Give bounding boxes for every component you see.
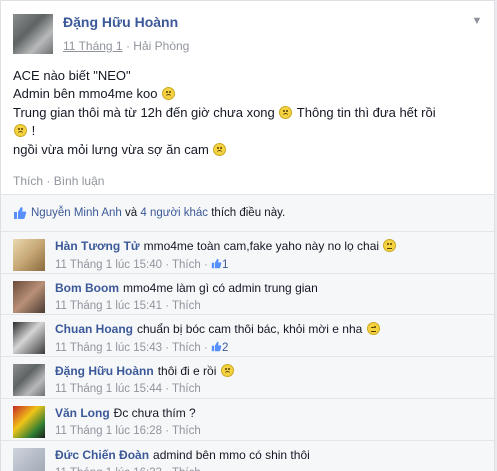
commenter-name[interactable]: Chuan Hoang <box>55 322 133 336</box>
sad-emoji-icon <box>213 142 227 156</box>
action-separator: · <box>46 174 51 188</box>
post-text: ACE nào biết "NEO" Admin bên mmo4me koo … <box>13 67 488 159</box>
comment-time[interactable]: 11 Tháng 1 lúc 15:41 <box>55 300 162 312</box>
commenter-avatar[interactable] <box>13 281 45 313</box>
sad-emoji-icon <box>14 124 27 138</box>
comment-like-count[interactable]: 2 <box>211 341 228 354</box>
author-avatar[interactable] <box>13 14 53 54</box>
like-thumb-icon <box>211 341 222 352</box>
comment-like-button[interactable]: Thích <box>172 342 201 354</box>
comment-time[interactable]: 11 Tháng 1 lúc 15:44 <box>55 383 162 395</box>
post-header: Đặng Hữu Hoànn 11 Tháng 1 · Hải Phòng ▼ <box>11 11 486 59</box>
comment-like-button[interactable]: Thích <box>172 300 201 312</box>
sad-emoji-icon <box>162 87 176 101</box>
comment-time[interactable]: 11 Tháng 1 lúc 15:40 <box>55 259 162 271</box>
post-actions: Thích · Bình luận <box>13 174 104 188</box>
commenter-avatar[interactable] <box>13 322 45 354</box>
commenter-name[interactable]: Văn Long <box>55 406 110 420</box>
likes-text: Nguyễn Minh Anh và 4 người khác thích đi… <box>31 207 286 219</box>
comment-time[interactable]: 11 Tháng 1 lúc 15:43 <box>55 342 162 354</box>
post-line-2: Admin bên mmo4me koo <box>13 86 158 102</box>
comment-body: Đức Chiến Đoàn admind bên mmo có shin thô… <box>55 447 310 463</box>
comment-body: Bom Boom mmo4me làm gì có admin trung gia… <box>55 280 318 296</box>
comment-text: mmo4me toàn cam,fake yaho này no lọ chai <box>143 239 380 253</box>
post-line-3: Trung gian thôi mà từ 12h đến giờ chưa x… <box>13 104 275 120</box>
feed-post: Đặng Hữu Hoànn 11 Tháng 1 · Hải Phòng ▼ … <box>0 0 495 471</box>
meta-separator: · <box>125 39 130 53</box>
comment-text: admind bên mmo có shin thôi <box>153 448 310 462</box>
comment-body: Hàn Tương Tử mmo4me toàn cam,fake yaho nà… <box>55 238 397 254</box>
comment-meta: 11 Tháng 1 lúc 15:44 · Thích <box>55 383 201 395</box>
comment-time[interactable]: 11 Tháng 1 lúc 16:33 <box>55 467 162 471</box>
comment-item: Chuan Hoang chuẩn bị bóc cam thôi bác, kh… <box>1 314 494 356</box>
comment-text: thôi đi e rồi <box>157 364 217 378</box>
surprised-emoji-icon <box>383 239 397 252</box>
wink-emoji-icon <box>366 322 380 335</box>
commenter-avatar[interactable] <box>13 364 45 396</box>
comment-item: Hàn Tương Tử mmo4me toàn cam,fake yaho nà… <box>1 231 494 273</box>
liker-name[interactable]: Nguyễn Minh Anh <box>31 207 122 219</box>
comment-item: Đức Chiến Đoàn admind bên mmo có shin thô… <box>1 440 494 471</box>
comment-time[interactable]: 11 Tháng 1 lúc 16:28 <box>55 425 162 437</box>
post-date[interactable]: 11 Tháng 1 <box>63 39 123 53</box>
author-name[interactable]: Đặng Hữu Hoànn <box>63 14 178 30</box>
comment-like-count[interactable]: 1 <box>211 258 228 271</box>
other-likers[interactable]: 4 người khác <box>140 207 208 219</box>
comment-text: Đc chưa thím ? <box>113 406 196 420</box>
comment-meta: 11 Tháng 1 lúc 15:40 · Thích · 1 <box>55 258 229 271</box>
comments-list: Hàn Tương Tử mmo4me toàn cam,fake yaho nà… <box>1 231 494 471</box>
comment-body: Văn Long Đc chưa thím ? <box>55 405 196 421</box>
like-thumb-icon <box>14 207 27 219</box>
sad-emoji-icon <box>220 364 234 377</box>
comment-like-button[interactable]: Thích <box>172 425 201 437</box>
commenter-name[interactable]: Đức Chiến Đoàn <box>55 448 149 462</box>
commenter-avatar[interactable] <box>13 406 45 438</box>
commenter-name[interactable]: Hàn Tương Tử <box>55 239 140 253</box>
comment-like-button[interactable]: Thích <box>172 259 201 271</box>
comment-like-button[interactable]: Thích <box>172 467 201 471</box>
comment-text: mmo4me làm gì có admin trung gian <box>123 281 318 295</box>
comment-meta: 11 Tháng 1 lúc 15:41 · Thích <box>55 300 201 312</box>
comment-meta: 11 Tháng 1 lúc 15:43 · Thích · 2 <box>55 341 229 354</box>
sad-emoji-icon <box>279 105 293 119</box>
commenter-avatar[interactable] <box>13 239 45 271</box>
chevron-down-icon[interactable]: ▼ <box>470 14 484 28</box>
post-meta: 11 Tháng 1 · Hải Phòng <box>63 39 189 53</box>
post-line-1: ACE nào biết "NEO" <box>13 68 131 83</box>
post-line-6: ngồi vừa mỏi lưng vừa sợ ăn cam <box>13 141 209 157</box>
comment-item: Văn Long Đc chưa thím ? 11 Tháng 1 lúc 16:… <box>1 398 494 440</box>
comment-body: Đặng Hữu Hoànn thôi đi e rồi <box>55 363 235 379</box>
commenter-avatar[interactable] <box>13 448 45 471</box>
post-line-5: ! <box>31 123 36 139</box>
comment-item: Bom Boom mmo4me làm gì có admin trung gia… <box>1 273 494 315</box>
comment-meta: 11 Tháng 1 lúc 16:28 · Thích <box>55 425 201 437</box>
comment-body: Chuan Hoang chuẩn bị bóc cam thôi bác, kh… <box>55 321 381 337</box>
comment-like-button[interactable]: Thích <box>172 383 201 395</box>
comment-meta: 11 Tháng 1 lúc 16:33 · Thích <box>55 467 201 471</box>
like-button[interactable]: Thích <box>13 174 43 188</box>
comment-text: chuẩn bị bóc cam thôi bác, khỏi mời e nh… <box>137 322 363 336</box>
commenter-name[interactable]: Bom Boom <box>55 281 119 295</box>
post-line-4: Thông tin thì đưa hết rồi <box>296 104 436 120</box>
comment-button[interactable]: Bình luận <box>54 174 105 188</box>
likes-summary: Nguyễn Minh Anh và 4 người khác thích đi… <box>1 195 494 231</box>
post-location[interactable]: Hải Phòng <box>133 39 189 53</box>
comment-item: Đặng Hữu Hoànn thôi đi e rồi 11 Tháng 1 l… <box>1 356 494 398</box>
commenter-name[interactable]: Đặng Hữu Hoànn <box>55 364 154 378</box>
like-thumb-icon <box>211 258 222 269</box>
